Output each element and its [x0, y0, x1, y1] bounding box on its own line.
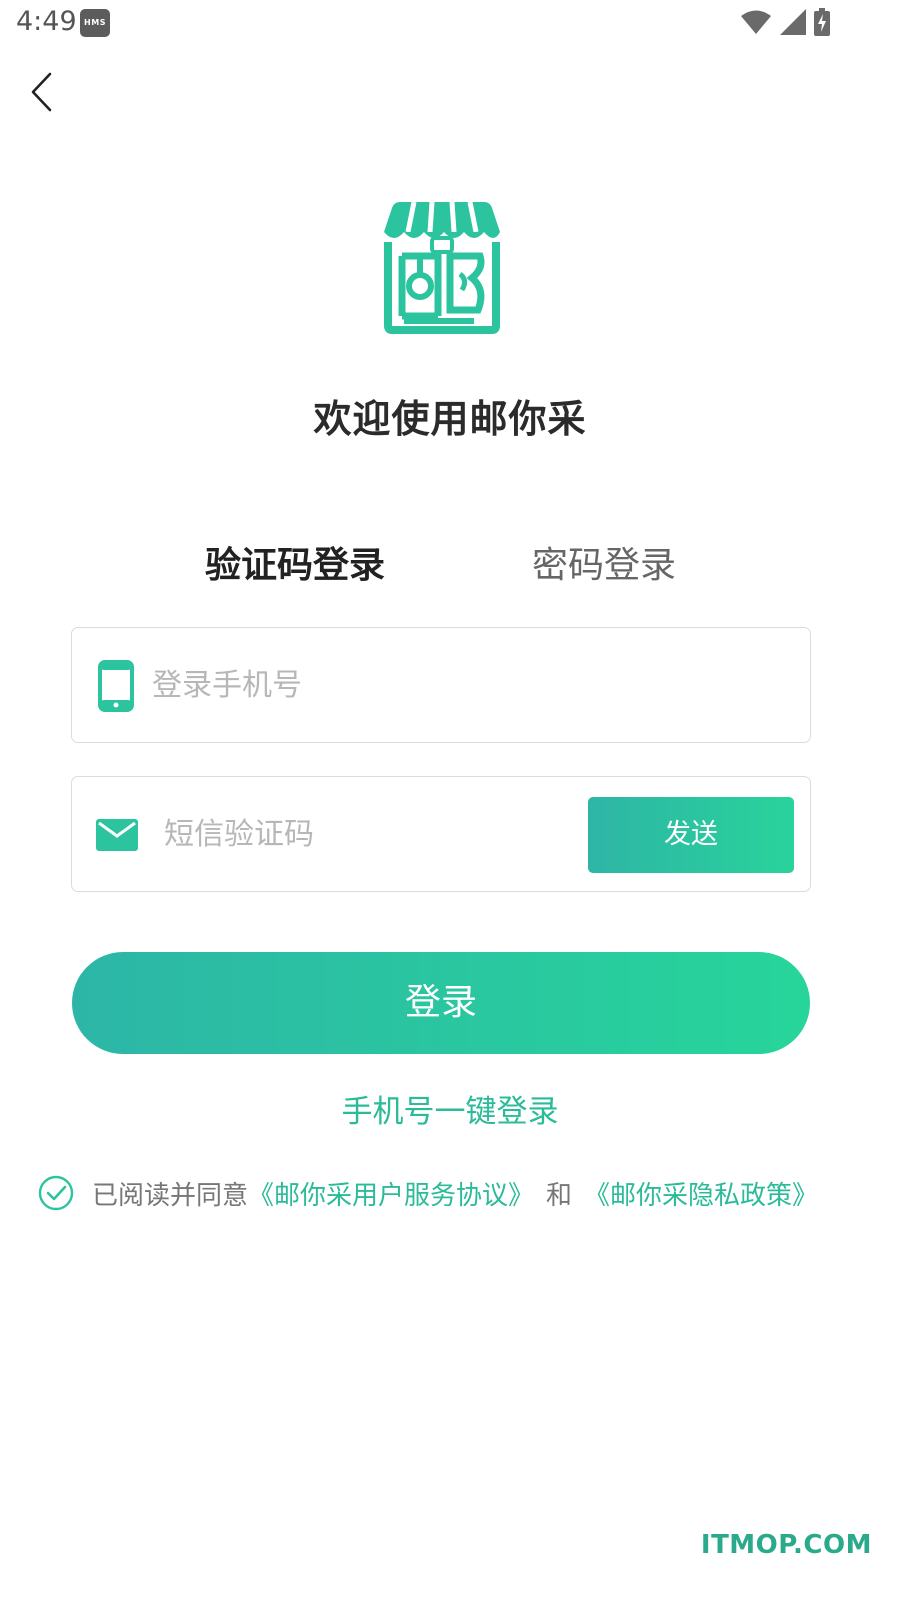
battery-charging-icon	[814, 8, 830, 40]
service-agreement-link[interactable]: 《邮你采用户服务协议》	[248, 1175, 534, 1212]
watermark: ITMOP.COM	[700, 1530, 872, 1560]
phone-input-placeholder[interactable]: 登录手机号	[152, 628, 302, 744]
chevron-left-icon	[26, 72, 66, 118]
status-icons	[740, 8, 830, 40]
status-bar: 4:49 HMS	[0, 0, 900, 48]
sms-code-input-placeholder[interactable]: 短信验证码	[164, 777, 314, 893]
one-key-login-link[interactable]: 手机号一键登录	[0, 1086, 900, 1131]
tab-password-login[interactable]: 密码登录	[532, 536, 676, 588]
agreement-and: 和	[546, 1180, 573, 1211]
send-code-button[interactable]: 发送	[588, 797, 794, 873]
welcome-title: 欢迎使用邮你采	[313, 397, 587, 441]
privacy-policy-link[interactable]: 《邮你采隐私政策》	[584, 1175, 818, 1212]
app-logo	[380, 198, 504, 334]
phone-icon	[98, 660, 134, 716]
agreement-checkbox[interactable]	[38, 1175, 74, 1211]
sms-code-field[interactable]: 短信验证码 发送	[71, 776, 811, 892]
hms-badge: HMS	[80, 9, 110, 37]
phone-field[interactable]: 登录手机号	[71, 627, 811, 743]
signal-icon	[780, 9, 806, 39]
mail-icon	[96, 819, 138, 855]
shop-logo-icon	[380, 201, 504, 338]
wifi-icon	[740, 9, 772, 39]
tab-sms-login[interactable]: 验证码登录	[205, 536, 385, 588]
status-time: 4:49	[16, 6, 77, 37]
back-button[interactable]	[26, 70, 66, 114]
agreement-prefix: 已阅读并同意	[92, 1180, 249, 1211]
agreement-row: 已阅读并同意 《邮你采用户服务协议》 和 《邮你采隐私政策》	[38, 1172, 818, 1214]
login-button[interactable]: 登录	[72, 952, 810, 1054]
